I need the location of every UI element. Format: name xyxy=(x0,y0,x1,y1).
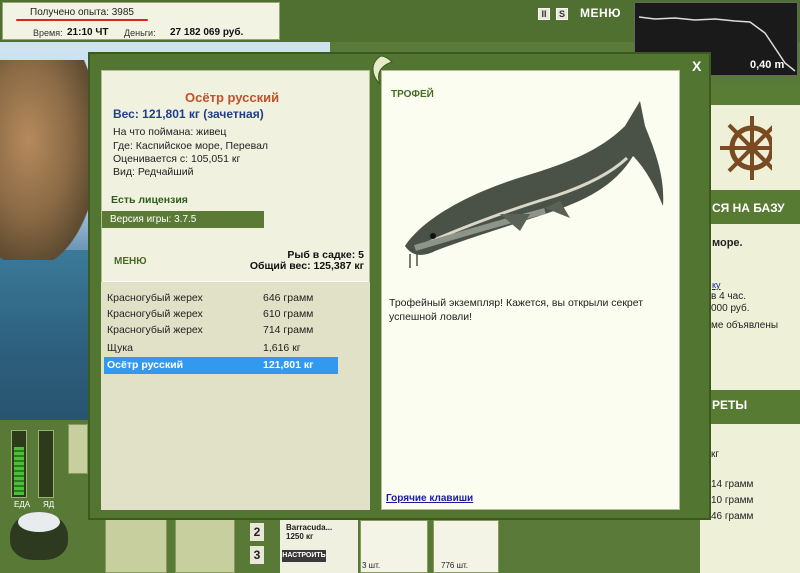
bucket-slot[interactable] xyxy=(175,518,235,573)
quick-slot-1[interactable] xyxy=(68,424,88,474)
secrets-label: РЕТЫ xyxy=(712,398,748,412)
slot-number-3[interactable]: 3 xyxy=(250,546,264,564)
info-line-3: ме объявлены xyxy=(711,320,779,331)
menu-button[interactable]: МЕНЮ xyxy=(580,6,621,20)
catch-weight: 610 грамм xyxy=(263,308,314,320)
close-icon[interactable]: X xyxy=(692,58,701,74)
fish-valued-from: Оценивается с: 105,051 кг xyxy=(113,153,241,165)
version-bar: Версия игры: 3.7.5 xyxy=(102,211,264,228)
poison-label: ЯД xyxy=(43,500,55,509)
catch-name: Красногубый жерех xyxy=(107,308,203,320)
catch-row[interactable]: Красногубый жерех 646 грамм xyxy=(104,290,338,307)
sound-button[interactable]: S xyxy=(556,8,568,20)
money-value: 27 182 069 руб. xyxy=(170,27,244,38)
record-2: 10 грамм xyxy=(711,495,754,506)
experience-text: Получено опыта: 3985 xyxy=(30,7,134,18)
catch-weight: 121,801 кг xyxy=(263,359,314,371)
money-label: Деньги: xyxy=(124,28,156,38)
hotkeys-link[interactable]: Горячие клавиши xyxy=(386,493,473,504)
catch-weight: 1,616 кг xyxy=(263,342,301,354)
info-line-2: 000 руб. xyxy=(711,303,750,314)
catch-row[interactable]: Красногубый жерех 610 грамм xyxy=(104,306,338,323)
record-1: 14 грамм xyxy=(711,479,754,490)
trophy-text: Трофейный экземпляр! Кажется, вы открыли… xyxy=(389,297,644,323)
ship-wheel-icon xyxy=(720,116,772,180)
side-panel-header xyxy=(700,85,800,105)
experience-underline xyxy=(16,19,148,21)
license-status: Есть лицензия xyxy=(111,194,188,206)
fish-kind: Вид: Редчайший xyxy=(113,166,194,178)
fish-location: Где: Каспийское море, Перевал xyxy=(113,140,269,152)
catch-weight: 646 грамм xyxy=(263,292,314,304)
record-kg: кг xyxy=(711,449,720,460)
bait-basket-slot[interactable] xyxy=(105,518,167,573)
location-text: море. xyxy=(712,237,743,249)
cage-weight: Общий вес: 125,387 кг xyxy=(249,260,364,272)
dialog-menu-link[interactable]: МЕНЮ xyxy=(114,256,147,267)
catch-weight: 714 грамм xyxy=(263,324,314,336)
catch-name: Щука xyxy=(107,342,133,354)
info-link[interactable]: ку xyxy=(712,280,721,290)
record-3: 46 грамм xyxy=(711,511,754,522)
catch-name: Красногубый жерех xyxy=(107,324,203,336)
scene-rocks xyxy=(0,60,95,260)
rod-name: Barracuda... xyxy=(286,523,333,532)
catch-row-selected[interactable]: Осётр русский 121,801 кг xyxy=(104,357,338,374)
rod-weight: 1250 кг xyxy=(286,532,314,541)
list-divider xyxy=(103,281,368,282)
catch-row[interactable]: Красногубый жерех 714 грамм xyxy=(104,322,338,339)
sturgeon-image xyxy=(405,101,664,268)
baitfish-count: 776 шт. xyxy=(441,561,468,570)
go-base-label: СЯ НА БАЗУ xyxy=(712,201,785,215)
catch-name: Осётр русский xyxy=(107,359,184,371)
poison-meter xyxy=(38,430,54,498)
catch-row[interactable]: Щука 1,616 кг xyxy=(104,340,338,357)
food-meter xyxy=(11,430,27,498)
pause-button[interactable]: II xyxy=(538,8,550,20)
setup-button[interactable]: НАСТРОИТЬ xyxy=(282,550,326,562)
info-line-1: в 4 час. xyxy=(711,291,746,302)
fish-bait: На что поймана: живец xyxy=(113,126,227,138)
catch-name: Красногубый жерех xyxy=(107,292,203,304)
hook-count: 3 шт. xyxy=(362,561,381,570)
time-label: Время: xyxy=(33,28,63,38)
time-value: 21:10 ЧТ xyxy=(67,27,109,38)
cauldron-contents xyxy=(18,512,60,532)
depth-value: 0,40 m xyxy=(750,59,785,71)
fish-title: Осётр русский xyxy=(185,90,280,105)
slot-number-2[interactable]: 2 xyxy=(250,523,264,541)
food-label: ЕДА xyxy=(14,500,31,509)
fish-weight: Вес: 121,801 кг (зачетная) xyxy=(113,107,264,121)
